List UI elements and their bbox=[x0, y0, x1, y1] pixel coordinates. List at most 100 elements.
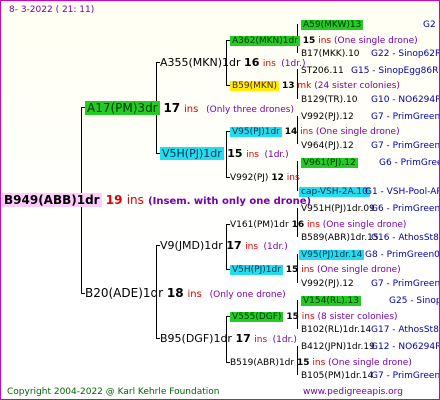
gen4-code: G25 - Sinop62R bbox=[389, 296, 439, 306]
gen4-name[interactable]: V95(PJ)1dr.14 bbox=[299, 250, 365, 260]
gen4-name[interactable]: V961(PJ).12 bbox=[301, 158, 358, 168]
gen1-dam[interactable]: B20(ADE)1dr 18 ins (Only one drone) bbox=[85, 287, 286, 301]
gen4-row[interactable]: V154(RL).13 G25 - Sinop62R bbox=[301, 295, 439, 307]
gen3-ins-label: ins bbox=[301, 265, 315, 275]
gen4-name[interactable]: V951H(PJ)1dr.09 bbox=[301, 204, 375, 214]
gen4-name[interactable]: B589(ABR)1dr.15 bbox=[301, 233, 379, 243]
gen4-name[interactable]: B129(TR).10 bbox=[301, 95, 357, 105]
gen3-ins-count: 15 bbox=[302, 36, 316, 46]
gen4-row[interactable]: B17(MKK).10 G22 - Sinop62R bbox=[301, 48, 439, 60]
gen2-name[interactable]: V5H(PJ)1dr bbox=[160, 147, 224, 160]
gen2-a355[interactable]: A355(MKN)1dr 16 ins (1dr.) bbox=[160, 57, 305, 70]
gen4-row[interactable]: V961(PJ).12 G6 - PrimGreen00 bbox=[301, 157, 439, 169]
gen1-dam-name[interactable]: B20(ADE)1dr bbox=[85, 286, 163, 300]
gen1-sire[interactable]: A17(PM)3dr 17 ins (Only three drones) bbox=[85, 101, 294, 116]
gen3-ins-label: ins bbox=[318, 36, 332, 46]
gen4-code: G8 - PrimGreen00 bbox=[365, 250, 440, 260]
gen3-ins-count: 12 bbox=[271, 173, 284, 183]
gen3-name[interactable]: V5H(PJ)1dr bbox=[230, 265, 283, 275]
gen4-code: G15 - SinopEgg86R bbox=[351, 66, 439, 76]
gen4-name[interactable]: A59(MKW)13 bbox=[301, 20, 364, 30]
gen4-code: G10 - NO6294R bbox=[371, 95, 440, 105]
gen4-row[interactable]: V95(PJ)1dr.14 G8 - PrimGreen00 bbox=[299, 249, 439, 261]
gen1-sire-ins-count: 17 bbox=[163, 101, 181, 115]
gen4-name[interactable]: B412(JPN)1dr.19 bbox=[301, 342, 375, 352]
gen4-row[interactable]: V992(PJ).12 G7 - PrimGreen00 bbox=[301, 278, 439, 290]
gen3-note: (24 sister colonies) bbox=[314, 81, 400, 91]
gen4-name[interactable]: ST206.11 bbox=[301, 66, 344, 76]
gen2-name[interactable]: A355(MKN)1dr bbox=[160, 56, 241, 69]
gen4-name[interactable]: B17(MKK).10 bbox=[301, 49, 360, 59]
gen1-sire-name[interactable]: A17(PM)3dr bbox=[85, 101, 160, 115]
gen3-ins-label: mk bbox=[297, 81, 312, 91]
gen3-name[interactable]: A362(MKN)1dr bbox=[230, 36, 300, 46]
gen4-row[interactable]: ST206.11 G15 - SinopEgg86R bbox=[301, 65, 438, 77]
gen3-name[interactable]: V95(PJ)1dr bbox=[230, 127, 282, 137]
gen3-name[interactable]: V161(PM)1dr bbox=[230, 220, 289, 230]
gen2-ins-count: 17 bbox=[235, 332, 251, 345]
gen3-ins-count: 15 bbox=[296, 358, 310, 368]
gen4-code: G6 - PrimGreen00 bbox=[371, 204, 440, 214]
gen4-row[interactable]: B105(PM)1dr.14 G7 - PrimGreen00 bbox=[301, 370, 439, 382]
gen2-v5h[interactable]: V5H(PJ)1dr 15 ins (1dr.) bbox=[160, 147, 289, 161]
pedigree-chart: 8- 3-2022 ( 21: 11) B949(ABB)1dr 19 ins … bbox=[0, 0, 440, 400]
gen2-ins-label: ins bbox=[246, 150, 259, 160]
gen4-name[interactable]: V992(PJ).12 bbox=[301, 279, 354, 289]
gen4-row[interactable]: V992(PJ).12 G7 - PrimGreen00 bbox=[301, 111, 439, 123]
gen2-note: (1dr.) bbox=[264, 150, 289, 160]
gen3-row[interactable]: V161(PM)1dr 16 ins (One single drone) bbox=[230, 219, 406, 231]
gen4-row[interactable]: B129(TR).10 G10 - NO6294R bbox=[301, 94, 439, 106]
gen4-name[interactable]: V992(PJ).12 bbox=[301, 112, 354, 122]
gen4-code: G7 - PrimGreen00 bbox=[371, 141, 440, 151]
gen3-note: (One single drone) bbox=[316, 265, 401, 275]
gen3-note: (One single drone) bbox=[322, 220, 407, 230]
gen3-row[interactable]: B59(MKN) 13 mk (24 sister colonies) bbox=[230, 80, 400, 92]
gen2-b95[interactable]: B95(DGF)1dr 17 ins (1dr.) bbox=[160, 333, 297, 346]
gen4-code: G7 - PrimGreen00 bbox=[371, 112, 440, 122]
gen3-row[interactable]: V5H(PJ)1dr 15 ins (One single drone) bbox=[230, 264, 401, 276]
gen4-name[interactable]: B102(RL)1dr.14 bbox=[301, 325, 371, 335]
gen3-note: (One single drone) bbox=[315, 127, 400, 137]
gen3-note: (One single drone) bbox=[333, 36, 418, 46]
gen4-name[interactable]: V154(RL).13 bbox=[301, 296, 361, 306]
gen4-code: G12 - NO6294R bbox=[371, 342, 440, 352]
gen3-row[interactable]: V555(DGF) 15 ins (8 sister colonies) bbox=[230, 311, 398, 323]
gen3-note: (8 sister colonies) bbox=[317, 312, 398, 322]
gen3-name[interactable]: B59(MKN) bbox=[230, 81, 280, 91]
gen2-name[interactable]: B95(DGF)1dr bbox=[160, 332, 232, 345]
gen4-code: G17 - AthosSt80R bbox=[371, 325, 439, 335]
gen1-dam-ins-count: 18 bbox=[166, 286, 184, 300]
gen4-row[interactable]: B102(RL)1dr.14 G17 - AthosSt80R bbox=[301, 324, 439, 336]
gen3-row[interactable]: V95(PJ)1dr 14 ins (One single drone) bbox=[230, 126, 400, 138]
gen4-row[interactable]: B412(JPN)1dr.19 G12 - NO6294R bbox=[301, 341, 439, 353]
root-queen[interactable]: B949(ABB)1dr 19 ins (Insem. with only on… bbox=[2, 193, 311, 208]
root-queen-name[interactable]: B949(ABB)1dr bbox=[2, 193, 102, 207]
gen3-row[interactable]: V992(PJ) 12 ins bbox=[230, 172, 300, 184]
gen4-row[interactable]: cap-VSH-2A.10 G1 - VSH-Pool-AR bbox=[299, 186, 439, 198]
gen3-name[interactable]: V992(PJ) bbox=[230, 173, 268, 183]
gen4-name[interactable]: V964(PJ).12 bbox=[301, 141, 354, 151]
gen2-ins-count: 17 bbox=[226, 239, 242, 252]
gen4-code: G2 - Anat11Q bbox=[423, 20, 439, 30]
gen3-row[interactable]: A362(MKN)1dr 15 ins (One single drone) bbox=[230, 35, 418, 47]
gen4-row[interactable]: V951H(PJ)1dr.09 G6 - PrimGreen00 bbox=[301, 203, 439, 215]
gen3-row[interactable]: B519(ABR)1dr 15 ins (One single drone) bbox=[230, 357, 412, 369]
gen3-name[interactable]: V555(DGF) bbox=[230, 312, 284, 322]
gen2-v9[interactable]: V9(JMD)1dr 17 ins (1dr.) bbox=[160, 240, 288, 253]
gen3-name[interactable]: B519(ABR)1dr bbox=[230, 358, 294, 368]
gen3-ins-count: 16 bbox=[291, 220, 305, 230]
print-date: 8- 3-2022 ( 21: 11) bbox=[9, 5, 95, 15]
gen4-row[interactable]: A59(MKW)13 G2 - Anat11Q bbox=[301, 19, 439, 31]
gen4-row[interactable]: V964(PJ).12 G7 - PrimGreen00 bbox=[301, 140, 439, 152]
gen3-ins-count: 15 bbox=[286, 312, 299, 322]
gen2-name[interactable]: V9(JMD)1dr bbox=[160, 239, 223, 252]
root-queen-ins-label: ins bbox=[126, 193, 144, 207]
gen4-code: G1 - VSH-Pool-AR bbox=[365, 187, 440, 197]
gen3-ins-label: ins bbox=[301, 312, 315, 322]
site-link[interactable]: www.pedigreeapis.org bbox=[303, 386, 403, 398]
gen4-code: G7 - PrimGreen00 bbox=[371, 371, 440, 381]
gen4-name[interactable]: cap-VSH-2A.10 bbox=[299, 187, 370, 197]
gen3-ins-label: ins bbox=[312, 358, 326, 368]
gen4-row[interactable]: B589(ABR)1dr.15 G16 - AthosSt80R bbox=[301, 232, 439, 244]
gen4-name[interactable]: B105(PM)1dr.14 bbox=[301, 371, 373, 381]
